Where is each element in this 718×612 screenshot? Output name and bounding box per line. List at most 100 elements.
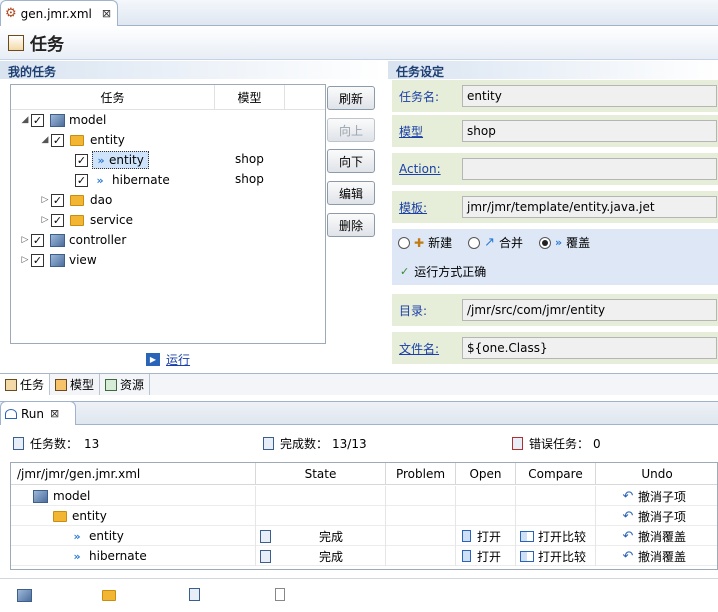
row-name: entity <box>89 529 124 543</box>
footer-strip <box>0 578 718 612</box>
template-row: 模板: jmr/jmr/template/entity.java.jet <box>392 191 718 223</box>
checkbox[interactable]: ✓ <box>51 133 64 147</box>
delete-button[interactable]: 删除 <box>327 213 375 237</box>
task-name-label: 任务名: <box>399 89 440 104</box>
package-icon <box>50 253 65 267</box>
undo-icon: ↶ <box>622 508 634 524</box>
table-row[interactable]: » entity 完成 打开 打开比较 ↶ 撤消覆盖 <box>11 526 717 546</box>
tree-row-hibernate-task[interactable]: ✓ » hibernate <box>75 170 170 190</box>
col-undo[interactable]: Undo <box>596 463 717 485</box>
tree-row-controller[interactable]: ▷ ✓ controller <box>19 230 127 250</box>
compare-link[interactable]: 打开比较 <box>538 528 586 545</box>
file-name-link[interactable]: 文件名: <box>392 340 462 357</box>
check-icon: ✓ <box>400 265 410 278</box>
tab-label: 模型 <box>70 378 95 392</box>
table-row[interactable]: model ↶ 撤消子项 <box>11 486 717 506</box>
radio-new[interactable] <box>398 236 410 249</box>
edit-button[interactable]: 编辑 <box>327 181 375 205</box>
col-state[interactable]: State <box>256 463 386 485</box>
col-file[interactable]: /jmr/jmr/gen.jmr.xml <box>11 463 256 485</box>
dir-field[interactable]: /jmr/src/com/jmr/entity <box>462 299 717 321</box>
checkbox[interactable]: ✓ <box>51 213 64 227</box>
entity-icon: » <box>73 529 81 543</box>
action-field[interactable] <box>462 158 717 180</box>
tree-row-dao[interactable]: ▷ ✓ dao <box>39 190 113 210</box>
clipboard-icon[interactable] <box>189 588 200 601</box>
action-link[interactable]: Action: <box>392 162 462 176</box>
file-name-field[interactable]: ${one.Class} <box>462 337 717 359</box>
open-link[interactable]: 打开 <box>477 528 501 545</box>
selected-item[interactable]: » entity <box>92 151 149 169</box>
model-link[interactable]: 模型 <box>392 123 462 140</box>
checkbox[interactable]: ✓ <box>31 233 44 247</box>
template-link[interactable]: 模板: <box>392 199 462 216</box>
col-open[interactable]: Open <box>456 463 516 485</box>
close-icon[interactable]: ⊠ <box>102 7 111 20</box>
done-clipboard-icon <box>263 436 274 450</box>
expanded-arrow-icon[interactable]: ◢ <box>39 135 51 145</box>
task-name-field[interactable]: entity <box>462 85 717 107</box>
tree-header: 任务 模型 <box>11 85 325 110</box>
overwrite-icon: » <box>555 236 563 249</box>
document-icon[interactable] <box>275 588 285 601</box>
run-link[interactable]: 运行 <box>166 351 190 368</box>
refresh-button[interactable]: 刷新 <box>327 86 375 110</box>
tab-tasks[interactable]: 任务 <box>0 374 51 395</box>
collapsed-arrow-icon[interactable]: ▷ <box>39 195 51 205</box>
move-down-button[interactable]: 向下 <box>327 149 375 173</box>
task-count-label: 任务数： <box>30 436 79 451</box>
checkbox[interactable]: ✓ <box>31 113 44 127</box>
tree-row-entity-task[interactable]: ✓ » entity <box>75 150 149 170</box>
tab-resources[interactable]: 资源 <box>100 374 151 395</box>
undo-icon: ↶ <box>622 488 634 504</box>
run-link-row[interactable]: ▶ 运行 <box>146 351 190 368</box>
collapsed-arrow-icon[interactable]: ▷ <box>19 255 31 265</box>
undo-link[interactable]: 撤消覆盖 <box>638 528 686 545</box>
template-field[interactable]: jmr/jmr/template/entity.java.jet <box>462 196 717 218</box>
move-up-button[interactable]: 向上 <box>327 118 375 142</box>
radio-overwrite[interactable] <box>539 236 551 249</box>
tree-row-model[interactable]: ◢ ✓ model <box>19 110 107 130</box>
table-row[interactable]: entity ↶ 撤消子项 <box>11 506 717 526</box>
checkbox[interactable]: ✓ <box>31 253 44 267</box>
expanded-arrow-icon[interactable]: ◢ <box>19 115 31 125</box>
collapsed-arrow-icon[interactable]: ▷ <box>19 235 31 245</box>
task-settings-title: 任务设定 <box>388 61 718 79</box>
row-name: entity <box>72 509 107 523</box>
checkbox[interactable]: ✓ <box>51 193 64 207</box>
editor-tab-gen-jmr[interactable]: ⚙ gen.jmr.xml ⊠ <box>0 0 118 26</box>
run-view-tab[interactable]: Run ⊠ <box>0 401 76 425</box>
folder-icon[interactable] <box>102 590 116 601</box>
entity-icon: » <box>97 153 105 167</box>
undo-link[interactable]: 撤消覆盖 <box>638 548 686 565</box>
checkbox[interactable]: ✓ <box>75 173 88 187</box>
new-file-icon: ✚ <box>414 235 425 250</box>
tree-row-entity-folder[interactable]: ◢ ✓ entity <box>39 130 125 150</box>
close-icon[interactable]: ⊠ <box>50 407 59 420</box>
mode-overwrite-label: 覆盖 <box>566 236 591 250</box>
undo-link[interactable]: 撤消子项 <box>638 508 686 525</box>
open-link[interactable]: 打开 <box>477 548 501 565</box>
run-results-table[interactable]: /jmr/jmr/gen.jmr.xml State Problem Open … <box>10 462 718 570</box>
undo-link[interactable]: 撤消子项 <box>638 488 686 505</box>
tree-row-view[interactable]: ▷ ✓ view <box>19 250 97 270</box>
table-row[interactable]: » hibernate 完成 打开 打开比较 ↶ 撤消覆盖 <box>11 546 717 566</box>
col-problem[interactable]: Problem <box>386 463 456 485</box>
package-icon[interactable] <box>17 589 32 602</box>
dir-label: 目录: <box>399 303 428 318</box>
col-compare[interactable]: Compare <box>516 463 596 485</box>
compare-link[interactable]: 打开比较 <box>538 548 586 565</box>
collapsed-arrow-icon[interactable]: ▷ <box>39 215 51 225</box>
resource-icon <box>105 378 118 391</box>
tree-label: dao <box>90 193 113 207</box>
tree-col-model[interactable]: 模型 <box>215 85 285 109</box>
tree-row-service[interactable]: ▷ ✓ service <box>39 210 133 230</box>
tab-models[interactable]: 模型 <box>50 374 101 395</box>
tree-col-task[interactable]: 任务 <box>11 85 215 109</box>
done-count-label: 完成数： <box>280 436 329 451</box>
task-tree[interactable]: 任务 模型 ◢ ✓ model ◢ ✓ entity ✓ » entity sh… <box>10 84 326 344</box>
done-count-value: 13/13 <box>332 436 367 451</box>
radio-merge[interactable] <box>468 236 481 249</box>
model-field[interactable]: shop <box>462 120 717 142</box>
checkbox[interactable]: ✓ <box>75 153 88 167</box>
